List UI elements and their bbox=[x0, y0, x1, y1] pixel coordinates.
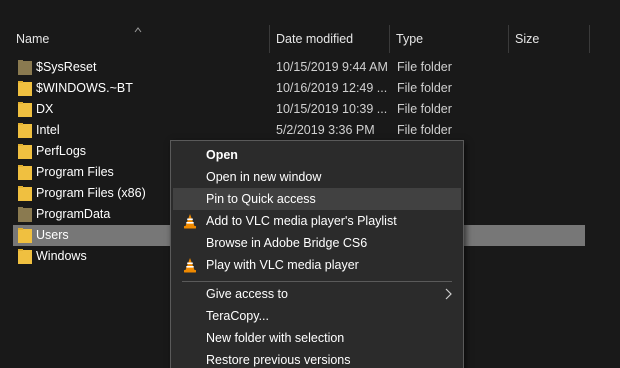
item-name: Intel bbox=[36, 123, 60, 137]
menu-item-open[interactable]: Open bbox=[173, 144, 461, 166]
item-type: File folder bbox=[397, 81, 452, 95]
item-type: File folder bbox=[397, 102, 452, 116]
column-type[interactable]: Type bbox=[390, 25, 508, 53]
menu-item-label: Play with VLC media player bbox=[206, 258, 359, 272]
menu-item-label: Browse in Adobe Bridge CS6 bbox=[206, 236, 368, 250]
top-strip bbox=[0, 0, 620, 16]
item-name: $WINDOWS.~BT bbox=[36, 81, 133, 95]
menu-item-label: Open in new window bbox=[206, 170, 322, 184]
folder-icon bbox=[18, 228, 32, 243]
item-date: 10/15/2019 9:44 AM bbox=[276, 60, 388, 74]
column-size[interactable]: Size bbox=[509, 25, 589, 53]
menu-item-give-access[interactable]: Give access to bbox=[173, 283, 461, 305]
folder-icon bbox=[18, 207, 32, 222]
menu-item-teracopy[interactable]: TeraCopy... bbox=[173, 305, 461, 327]
folder-icon bbox=[18, 102, 32, 117]
list-item[interactable]: Intel 5/2/2019 3:36 PM File folder bbox=[13, 120, 585, 141]
column-header: Name Date modified Type Size bbox=[0, 25, 620, 53]
item-name: Users bbox=[36, 228, 69, 242]
file-explorer-window: Name Date modified Type Size $SysReset 1… bbox=[0, 0, 620, 368]
column-date-modified[interactable]: Date modified bbox=[270, 25, 389, 53]
vlc-cone-icon bbox=[184, 214, 196, 229]
menu-separator bbox=[182, 281, 452, 282]
folder-icon bbox=[18, 186, 32, 201]
item-name: $SysReset bbox=[36, 60, 97, 74]
item-date: 10/15/2019 10:39 ... bbox=[276, 102, 388, 116]
menu-item-vlc-add-playlist[interactable]: Add to VLC media player's Playlist bbox=[173, 210, 461, 232]
context-menu: Open Open in new window Pin to Quick acc… bbox=[170, 140, 464, 368]
menu-item-adobe-bridge[interactable]: Browse in Adobe Bridge CS6 bbox=[173, 232, 461, 254]
menu-item-label: Restore previous versions bbox=[206, 353, 351, 367]
item-name: PerfLogs bbox=[36, 144, 87, 158]
menu-item-new-folder-selection[interactable]: New folder with selection bbox=[173, 327, 461, 349]
menu-item-vlc-play[interactable]: Play with VLC media player bbox=[173, 254, 461, 276]
item-name: DX bbox=[36, 102, 54, 116]
item-name: Program Files (x86) bbox=[36, 186, 146, 200]
menu-item-label: TeraCopy... bbox=[206, 309, 269, 323]
menu-item-label: Open bbox=[206, 148, 238, 162]
folder-icon bbox=[18, 123, 32, 138]
folder-icon bbox=[18, 144, 32, 159]
chevron-right-icon bbox=[445, 288, 452, 300]
folder-icon bbox=[18, 165, 32, 180]
vlc-cone-icon bbox=[184, 258, 196, 273]
menu-item-pin-quick-access[interactable]: Pin to Quick access bbox=[173, 188, 461, 210]
item-name: Program Files bbox=[36, 165, 114, 179]
menu-item-label: Give access to bbox=[206, 287, 288, 301]
menu-item-label: Pin to Quick access bbox=[206, 192, 316, 206]
item-name: Windows bbox=[36, 249, 87, 263]
column-name[interactable]: Name bbox=[10, 25, 270, 53]
folder-icon bbox=[18, 249, 32, 264]
item-date: 5/2/2019 3:36 PM bbox=[276, 123, 375, 137]
column-divider[interactable] bbox=[589, 25, 590, 53]
menu-item-label: New folder with selection bbox=[206, 331, 345, 345]
list-item[interactable]: $SysReset 10/15/2019 9:44 AM File folder bbox=[13, 57, 585, 78]
menu-item-restore-previous-versions[interactable]: Restore previous versions bbox=[173, 349, 461, 368]
menu-item-open-new-window[interactable]: Open in new window bbox=[173, 166, 461, 188]
menu-item-label: Add to VLC media player's Playlist bbox=[206, 214, 397, 228]
folder-icon bbox=[18, 60, 32, 75]
item-type: File folder bbox=[397, 60, 452, 74]
list-item[interactable]: $WINDOWS.~BT 10/16/2019 12:49 ... File f… bbox=[13, 78, 585, 99]
item-date: 10/16/2019 12:49 ... bbox=[276, 81, 388, 95]
list-item[interactable]: DX 10/15/2019 10:39 ... File folder bbox=[13, 99, 585, 120]
folder-icon bbox=[18, 81, 32, 96]
item-name: ProgramData bbox=[36, 207, 111, 221]
item-type: File folder bbox=[397, 123, 452, 137]
